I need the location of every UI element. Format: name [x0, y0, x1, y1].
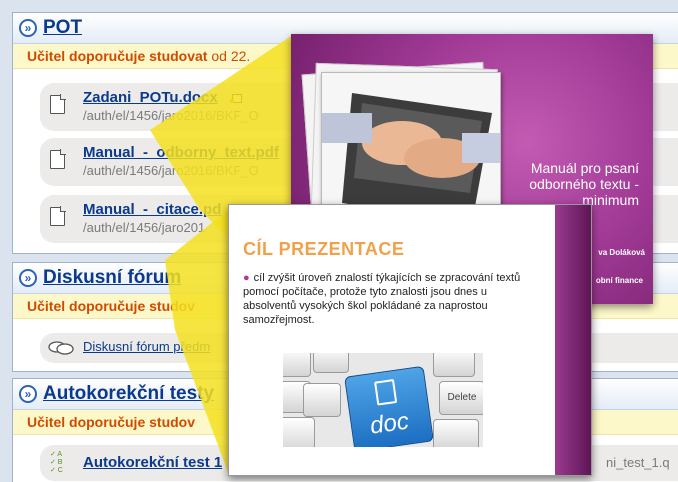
delete-key-label: Delete	[447, 392, 477, 403]
slide-side-band	[555, 205, 591, 475]
slide2-bullet-text: cíl zvýšit úroveň znalostí týkajících se…	[243, 272, 521, 326]
keyboard-photo: Delete doc	[283, 353, 483, 447]
doc-key-label: doc	[368, 407, 411, 440]
doc-key: doc	[344, 365, 434, 447]
slide2-title: CÍL PREZENTACE	[243, 239, 405, 259]
slide1-department: obní finance	[595, 276, 643, 285]
doc-file-icon	[374, 379, 398, 406]
slide2-bullet: ● cíl zvýšit úroveň znalostí týkajících s…	[243, 271, 543, 327]
slide-preview-goal[interactable]: CÍL PREZENTACE ● cíl zvýšit úroveň znalos…	[228, 204, 592, 476]
course-page: » POT Učitel doporučuje studovat od 22. …	[0, 0, 678, 482]
bullet-icon: ●	[243, 272, 250, 284]
slide1-title: Manuál pro psaní odborného textu - minim…	[529, 160, 639, 208]
slide1-author: va Doláková	[598, 248, 645, 257]
